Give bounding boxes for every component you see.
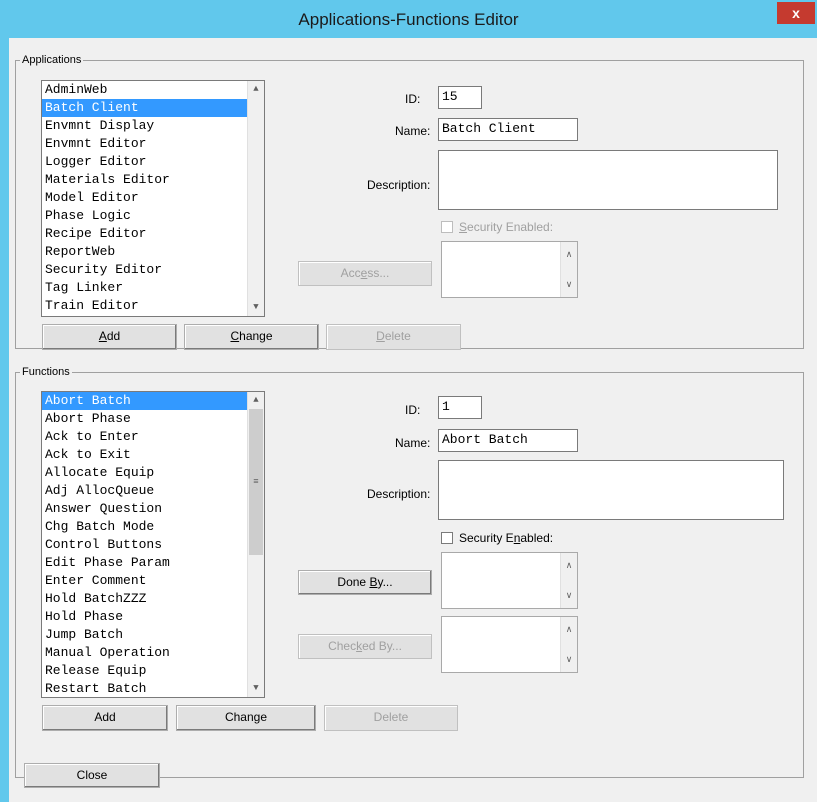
scroll-up-icon[interactable]: ∧ (561, 557, 577, 574)
access-list[interactable]: ∧ ∨ (441, 241, 578, 298)
application-list-item[interactable]: Batch Client (42, 99, 264, 117)
function-list-item[interactable]: Abort Batch (42, 392, 264, 410)
application-list-item[interactable]: Recipe Editor (42, 225, 264, 243)
functions-list[interactable]: Abort Batch Abort Phase Ack to Enter Ack to… (41, 391, 265, 698)
scroll-thumb[interactable]: ≡ (249, 409, 263, 555)
done-by-button[interactable]: Done By... (298, 570, 432, 595)
function-list-item[interactable]: Manual Operation (42, 644, 264, 662)
scroll-down-icon[interactable]: ▼ (248, 680, 264, 697)
app-description-label: Description: (367, 178, 431, 192)
function-list-item[interactable]: Ack to Enter (42, 428, 264, 446)
function-list-item[interactable]: Answer Question (42, 500, 264, 518)
scroll-down-icon[interactable]: ∨ (561, 651, 577, 668)
app-id-field[interactable]: 15 (438, 86, 482, 109)
function-list-item[interactable]: Adj AllocQueue (42, 482, 264, 500)
app-add-button[interactable]: Add (42, 324, 177, 350)
scroll-up-icon[interactable]: ▲ (248, 392, 264, 409)
done-by-list[interactable]: ∧ ∨ (441, 552, 578, 609)
app-description-field[interactable] (438, 150, 778, 210)
app-security-enabled-checkbox[interactable]: Security Enabled: (441, 220, 553, 234)
function-list-item[interactable]: Edit Phase Param (42, 554, 264, 572)
title-bar[interactable]: Applications-Functions Editor x (0, 0, 817, 38)
application-list-item[interactable]: AdminWeb (42, 81, 264, 99)
function-list-item[interactable]: Jump Batch (42, 626, 264, 644)
function-list-item[interactable]: Release Equip (42, 662, 264, 680)
scroll-down-icon[interactable]: ▼ (248, 299, 264, 316)
fn-delete-button[interactable]: Delete (324, 705, 458, 731)
scroll-up-icon[interactable]: ▲ (248, 81, 264, 98)
fn-description-field[interactable] (438, 460, 784, 520)
application-list-item[interactable]: ReportWeb (42, 243, 264, 261)
fn-name-label: Name: (395, 436, 431, 450)
checked-by-button[interactable]: Checked By... (298, 634, 432, 659)
application-list-item[interactable]: Envmnt Editor (42, 135, 264, 153)
application-list-item[interactable]: Train Editor (42, 297, 264, 315)
applications-scrollbar[interactable]: ▲ ▼ (247, 81, 264, 316)
applications-list[interactable]: AdminWeb Batch Client Envmnt Display Envmnt… (41, 80, 265, 317)
application-list-item[interactable]: Phase Logic (42, 207, 264, 225)
scroll-up-icon[interactable]: ∧ (561, 621, 577, 638)
function-list-item[interactable]: Allocate Equip (42, 464, 264, 482)
done-by-list-scrollbar[interactable]: ∧ ∨ (560, 553, 577, 608)
application-list-item[interactable]: Tag Linker (42, 279, 264, 297)
dialog-client-area: Applications AdminWeb Batch Client Envmnt … (9, 38, 817, 802)
function-list-item[interactable]: Control Buttons (42, 536, 264, 554)
scroll-down-icon[interactable]: ∨ (561, 276, 577, 293)
grip-icon: ≡ (253, 477, 259, 487)
function-list-item[interactable]: Abort Phase (42, 410, 264, 428)
close-button[interactable]: Close (24, 763, 160, 788)
app-change-button[interactable]: Change (184, 324, 319, 350)
app-name-label: Name: (395, 124, 431, 138)
access-list-scrollbar[interactable]: ∧ ∨ (560, 242, 577, 297)
function-list-item[interactable]: Restart Batch (42, 680, 264, 697)
fn-security-enabled-checkbox[interactable]: Security Enabled: (441, 531, 553, 545)
checkbox-icon (441, 221, 453, 233)
function-list-item[interactable]: Hold Phase (42, 608, 264, 626)
scroll-down-icon[interactable]: ∨ (561, 587, 577, 604)
fn-change-button[interactable]: Change (176, 705, 316, 731)
fn-id-field[interactable]: 1 (438, 396, 482, 419)
function-list-item[interactable]: Chg Batch Mode (42, 518, 264, 536)
checked-by-list-scrollbar[interactable]: ∧ ∨ (560, 617, 577, 672)
fn-add-button[interactable]: Add (42, 705, 168, 731)
application-list-item[interactable]: Model Editor (42, 189, 264, 207)
functions-group: Functions Abort Batch Abort Phase Ack to E… (15, 365, 804, 778)
close-window-icon[interactable]: x (777, 2, 815, 24)
application-list-item[interactable]: Security Editor (42, 261, 264, 279)
application-list-item[interactable]: Envmnt Display (42, 117, 264, 135)
applications-group-title: Applications (20, 53, 84, 67)
checked-by-list[interactable]: ∧ ∨ (441, 616, 578, 673)
application-list-item[interactable]: Materials Editor (42, 171, 264, 189)
app-name-field[interactable]: Batch Client (438, 118, 578, 141)
fn-name-field[interactable]: Abort Batch (438, 429, 578, 452)
editor-window: Applications-Functions Editor x Applicat… (0, 0, 817, 802)
function-list-item[interactable]: Hold BatchZZZ (42, 590, 264, 608)
applications-group: Applications AdminWeb Batch Client Envmnt … (15, 53, 804, 350)
application-list-item[interactable]: Logger Editor (42, 153, 264, 171)
checkbox-icon (441, 532, 453, 544)
app-delete-button[interactable]: Delete (326, 324, 461, 350)
scroll-up-icon[interactable]: ∧ (561, 246, 577, 263)
functions-group-title: Functions (20, 365, 72, 379)
app-id-label: ID: (405, 92, 421, 106)
function-list-item[interactable]: Enter Comment (42, 572, 264, 590)
fn-description-label: Description: (367, 487, 431, 501)
window-title: Applications-Functions Editor (298, 10, 519, 29)
functions-scrollbar[interactable]: ▲ ≡ ▼ (247, 392, 264, 697)
function-list-item[interactable]: Ack to Exit (42, 446, 264, 464)
fn-id-label: ID: (405, 403, 421, 417)
access-button[interactable]: Access... (298, 261, 432, 286)
